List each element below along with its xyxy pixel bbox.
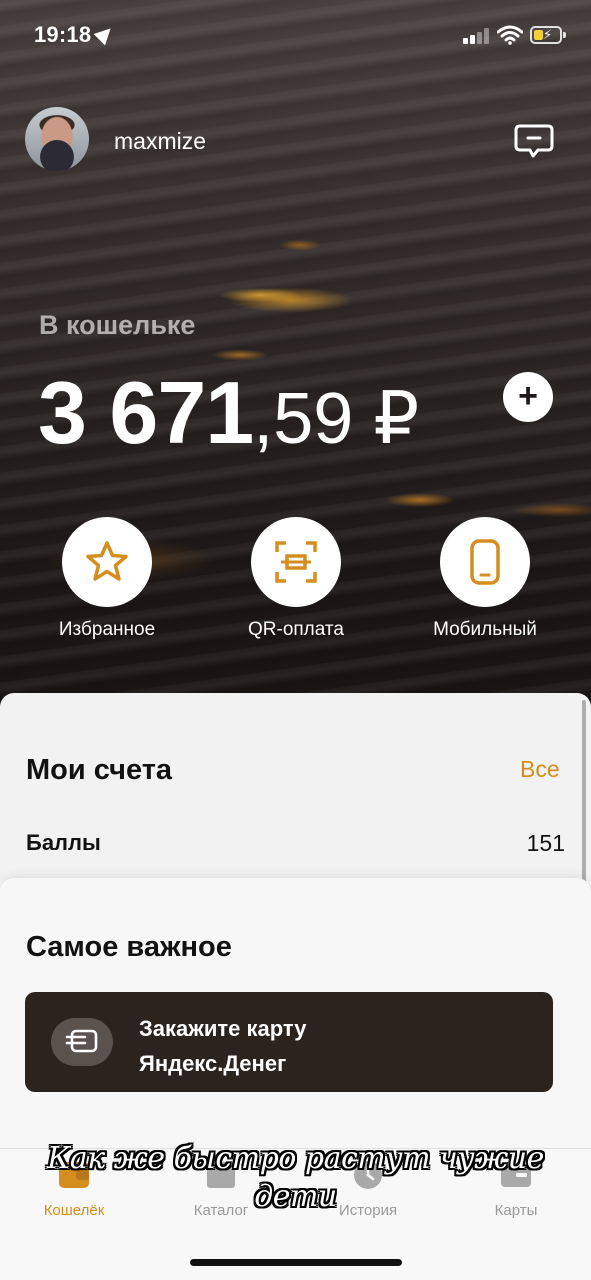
balance-whole: 3 671 <box>38 363 254 462</box>
accounts-title: Мои счета <box>26 754 173 786</box>
important-title: Самое важное <box>26 931 232 963</box>
avatar[interactable] <box>25 107 89 171</box>
location-arrow-icon <box>93 22 117 46</box>
status-bar: 19:18 ⚡ <box>0 0 591 72</box>
card-icon <box>65 1029 98 1053</box>
wallet-balance: 3 671,59 ₽ <box>38 362 419 464</box>
points-value: 151 <box>526 830 565 856</box>
favorites-button[interactable] <box>62 517 152 607</box>
points-label[interactable]: Баллы <box>26 830 101 856</box>
chat-bubble-icon[interactable] <box>512 118 556 162</box>
favorites-label: Избранное <box>58 619 156 640</box>
status-time: 19:18 <box>34 22 92 47</box>
star-icon <box>86 541 128 581</box>
qr-payment-label: QR-оплата <box>248 619 344 640</box>
signal-icon <box>463 28 493 44</box>
mobile-payment-button[interactable] <box>440 517 530 607</box>
wallet-hero-background <box>0 0 591 720</box>
battery-tip <box>563 32 566 38</box>
all-accounts-link[interactable]: Все <box>520 756 560 783</box>
promo-title-line2: Яндекс.Денег <box>139 1051 287 1076</box>
meme-caption: Как же быстро растут чужие дети <box>47 1141 544 1214</box>
balance-fraction: ,59 ₽ <box>253 379 420 459</box>
wallet-label: В кошельке <box>39 310 196 340</box>
username[interactable]: maxmize <box>114 128 206 155</box>
battery-charging-icon: ⚡ <box>530 26 562 44</box>
home-indicator[interactable] <box>190 1259 402 1266</box>
wifi-icon <box>497 25 523 45</box>
order-card-promo[interactable]: Закажите карту Яндекс.Денег <box>25 992 553 1092</box>
top-up-button[interactable]: + <box>503 372 553 422</box>
phone-icon <box>470 539 500 585</box>
promo-icon-badge <box>51 1018 113 1066</box>
qr-payment-button[interactable] <box>251 517 341 607</box>
qr-scan-icon <box>275 541 317 583</box>
mobile-payment-label: Мобильный <box>433 619 537 640</box>
promo-title-line1: Закажите карту <box>139 1016 307 1041</box>
